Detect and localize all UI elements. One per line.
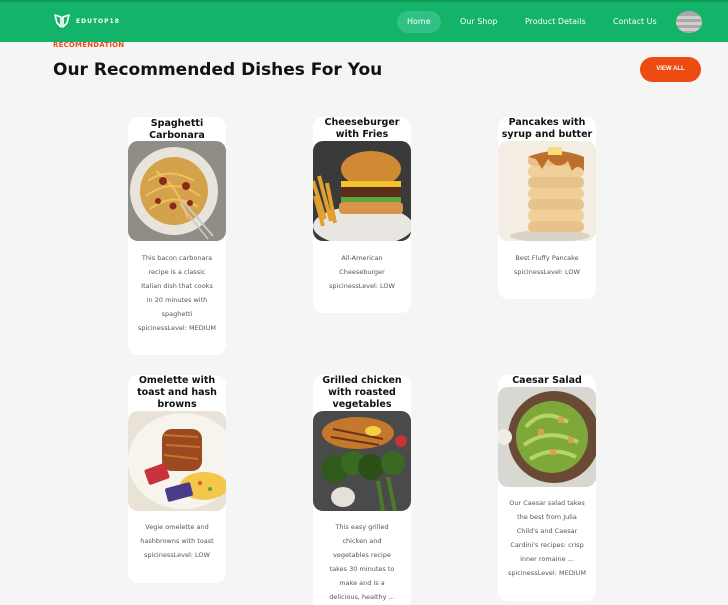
nav-item-product-details[interactable]: Product Details (515, 11, 596, 33)
description-line: chicken and (342, 537, 382, 545)
dish-title: Cheeseburger with Fries (324, 117, 400, 140)
dish-title: Caesar Salad (512, 375, 582, 386)
description-line: vegetables recipe (333, 551, 391, 559)
dish-description: All-American Cheeseburger spicinessLevel… (319, 251, 405, 293)
navbar: EDUTOP18 Home Our Shop Product Details C… (0, 0, 728, 42)
description-line: spaghetti (161, 310, 193, 318)
description-line: spicinessLevel: MEDIUM (137, 324, 216, 332)
description-line: Best Fluffy Pancake (515, 254, 579, 262)
nav-item-our-shop[interactable]: Our Shop (450, 11, 507, 33)
description-line: Child's and Caesar (516, 527, 578, 535)
dish-card[interactable]: Cheeseburger with Fries All-American Che… (313, 117, 411, 313)
dish-title: Omelette with toast and hash browns (137, 375, 217, 410)
description-line: make and is a (339, 579, 385, 587)
description-line: recipe is a classic (148, 268, 206, 276)
dish-card[interactable]: Omelette with toast and hash browns Vegi… (128, 375, 226, 583)
description-line: takes 30 minutes to (329, 565, 395, 573)
logo[interactable]: EDUTOP18 (54, 14, 120, 28)
dish-description: Best Fluffy Pancake spicinessLevel: LOW (504, 251, 590, 279)
description-line: spicinessLevel: LOW (514, 268, 580, 276)
dish-title: Grilled chicken with roasted vegetables (322, 375, 402, 410)
dish-image (498, 387, 596, 487)
dish-description: Our Caesar salad takes the best from Jul… (504, 496, 590, 580)
leaf-logo-icon (54, 14, 70, 28)
description-line: spicinessLevel: MEDIUM (507, 569, 586, 577)
description-line: This easy grilled (335, 523, 389, 531)
description-line: hashbrowns with toast (140, 537, 214, 545)
nav-item-home[interactable]: Home (397, 11, 441, 33)
dish-card[interactable]: Spaghetti Carbonara This bacon carbonara… (128, 117, 226, 355)
description-line: Cardini's recipes: crisp (510, 541, 584, 549)
dish-image (313, 141, 411, 241)
dish-image (498, 141, 596, 241)
description-line: the best from Julia (517, 513, 577, 521)
description-line: All-American (341, 254, 383, 262)
description-line: delicious, healthy ... (329, 593, 395, 601)
description-line: Our Caesar salad takes (509, 499, 585, 507)
dish-description: Vegie omelette and hashbrowns with toast… (134, 520, 220, 562)
description-line: spicinessLevel: LOW (144, 551, 210, 559)
description-line: spicinessLevel: LOW (329, 282, 395, 290)
logo-text: EDUTOP18 (76, 17, 120, 25)
avatar[interactable] (676, 11, 702, 33)
dish-description: This bacon carbonara recipe is a classic… (134, 251, 220, 335)
section-title: Our Recommended Dishes For You (53, 60, 383, 80)
dish-card[interactable]: Grilled chicken with roasted vegetables … (313, 375, 411, 605)
dish-title: Spaghetti Carbonara (149, 118, 205, 141)
dish-image (128, 141, 226, 241)
description-line: This bacon carbonara (141, 254, 213, 262)
dish-image (313, 411, 411, 511)
dish-image (128, 411, 226, 511)
description-line: Italian dish that cooks (141, 282, 213, 290)
description-line: Vegie omelette and (145, 523, 209, 531)
dish-card[interactable]: Pancakes with syrup and butter Best Fluf… (498, 117, 596, 299)
nav-item-contact-us[interactable]: Contact Us (603, 11, 667, 33)
dish-title: Pancakes with syrup and butter (501, 117, 593, 140)
dish-description: This easy grilled chicken and vegetables… (319, 520, 405, 604)
description-line: in 20 minutes with (146, 296, 208, 304)
dish-card[interactable]: Caesar Salad Our Caesar salad takes the … (498, 375, 596, 601)
view-all-button[interactable]: VIEW ALL (640, 57, 701, 82)
section-eyebrow: RECOMENDATION (53, 41, 125, 49)
description-line: Cheeseburger (339, 268, 385, 276)
description-line: inner romaine ... (520, 555, 574, 563)
